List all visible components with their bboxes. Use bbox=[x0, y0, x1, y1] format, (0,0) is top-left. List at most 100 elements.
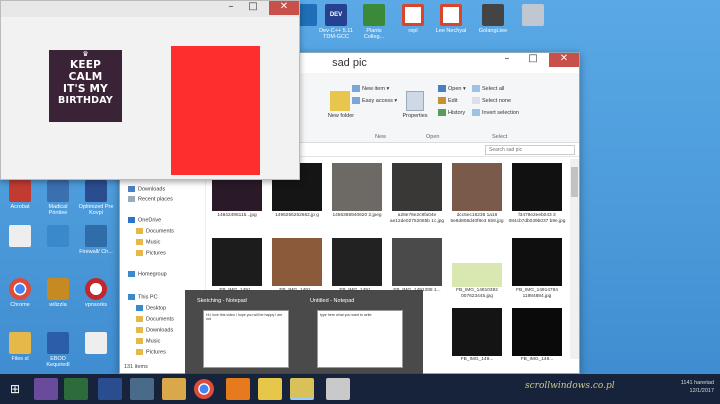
nav-item-music[interactable]: Music bbox=[136, 239, 160, 245]
invert-selection-button[interactable]: Invert selection bbox=[472, 109, 519, 117]
desktop-icon-lee[interactable]: Lee Nechyal bbox=[433, 4, 469, 34]
desktop-icon-ebod[interactable]: EBOD Kequiredl bbox=[40, 332, 76, 368]
taskbar-app-network[interactable] bbox=[64, 378, 88, 400]
nav-item-homegroup[interactable]: Homegroup bbox=[128, 271, 167, 277]
devcpp-icon: DEV bbox=[325, 4, 347, 26]
file-thumbnail[interactable] bbox=[512, 238, 562, 286]
file-thumbnail[interactable] bbox=[512, 163, 562, 211]
nav-item-downloads-pc[interactable]: Downloads bbox=[136, 327, 173, 333]
homegroup-icon bbox=[128, 271, 135, 277]
select-none-button[interactable]: Select none bbox=[472, 97, 511, 105]
nav-item-recent[interactable]: Recent places bbox=[128, 196, 173, 202]
desktop-icon-acrobat[interactable]: Acrobat bbox=[2, 180, 38, 210]
desktop-icon-plants[interactable]: Plants Colleg... bbox=[356, 4, 392, 40]
easy-access-button[interactable]: Easy access ▾ bbox=[352, 97, 397, 105]
select-all-label: Select all bbox=[482, 85, 505, 92]
desktop-icon-optimized[interactable]: Optimized Pre Kovpl bbox=[78, 180, 114, 216]
nav-item-desktop[interactable]: Desktop bbox=[136, 305, 166, 311]
desktop-icon-thispc[interactable] bbox=[40, 225, 76, 249]
desktop-icon-label: GolangLtee bbox=[478, 28, 508, 34]
desktop-icon-doc[interactable] bbox=[2, 225, 38, 249]
file-thumbnail[interactable] bbox=[332, 238, 382, 286]
app-icon bbox=[482, 4, 504, 26]
file-thumbnail[interactable] bbox=[392, 238, 442, 286]
nav-item-downloads[interactable]: Downloads bbox=[128, 186, 165, 192]
search-input[interactable] bbox=[485, 145, 575, 155]
network-icon bbox=[85, 225, 107, 247]
nav-item-documents-pc[interactable]: Documents bbox=[136, 316, 174, 322]
maximize-button[interactable]: □ bbox=[243, 1, 263, 15]
nav-item-pictures[interactable]: Pictures bbox=[136, 250, 166, 256]
history-icon bbox=[438, 109, 446, 116]
desktop-icon-folder[interactable]: Files sl bbox=[2, 332, 38, 362]
file-thumbnail[interactable] bbox=[392, 163, 442, 211]
desktop-icon-chrome[interactable]: Chrome bbox=[2, 278, 38, 308]
app-titlebar[interactable]: – □ ✕ bbox=[1, 1, 299, 17]
edit-button[interactable]: Edit bbox=[438, 97, 457, 105]
close-button[interactable]: ✕ bbox=[549, 53, 579, 67]
vlc-icon[interactable] bbox=[226, 378, 250, 400]
edit-icon bbox=[438, 97, 446, 104]
chrome-icon bbox=[9, 278, 31, 300]
taskbar-app-java[interactable] bbox=[326, 378, 350, 400]
preview-title-left: Sketching - Notepad bbox=[197, 298, 247, 304]
desktop-icon-firewall[interactable]: Firewall/ Ch... bbox=[78, 225, 114, 255]
file-thumbnail[interactable] bbox=[512, 308, 562, 356]
desktop-icon-label: repl bbox=[408, 28, 418, 34]
edit-label: Edit bbox=[448, 97, 458, 104]
new-item-button[interactable]: New item ▾ bbox=[352, 85, 389, 93]
nav-item-pictures-pc[interactable]: Pictures bbox=[136, 349, 166, 355]
notepad-preview-right[interactable]: type here what you want to write bbox=[317, 310, 403, 368]
easy-access-label: Easy access bbox=[362, 97, 393, 104]
history-button[interactable]: History bbox=[438, 109, 465, 117]
file-thumbnail[interactable] bbox=[212, 238, 262, 286]
desktop-icon-file[interactable] bbox=[515, 4, 551, 28]
open-button[interactable]: Open ▾ bbox=[438, 85, 466, 93]
nav-item-documents[interactable]: Documents bbox=[136, 228, 174, 234]
desktop-icon-blank[interactable] bbox=[78, 332, 114, 356]
taskbar-app-visual-studio[interactable] bbox=[34, 378, 58, 400]
minimize-button[interactable]: – bbox=[497, 53, 517, 67]
open-label: Open bbox=[448, 85, 462, 92]
file-thumbnail[interactable] bbox=[332, 163, 382, 211]
chrome-icon[interactable] bbox=[194, 379, 214, 399]
crown-icon: ♛ bbox=[82, 50, 89, 58]
app-icon bbox=[85, 180, 107, 202]
properties-button[interactable]: Properties bbox=[398, 113, 432, 120]
desktop-icon-golang[interactable]: GolangLtee bbox=[475, 4, 511, 34]
keep-calm-image: ♛ KEEP CALM IT'S MY BIRTHDAY bbox=[49, 50, 122, 122]
nav-label: Documents bbox=[146, 228, 174, 235]
new-folder-button[interactable]: New folder bbox=[326, 113, 356, 120]
taskbar-app-shield[interactable] bbox=[130, 378, 154, 400]
minimize-button[interactable]: – bbox=[221, 1, 241, 15]
open-icon bbox=[438, 85, 446, 92]
file-thumbnail[interactable] bbox=[452, 308, 502, 356]
file-thumbnail[interactable] bbox=[272, 238, 322, 286]
notepad-preview-left[interactable]: Hi i love this video i hope you will be … bbox=[203, 310, 289, 368]
desktop-icon-repl[interactable]: repl bbox=[395, 4, 431, 34]
select-all-button[interactable]: Select all bbox=[472, 85, 504, 93]
desktop-icon-printiee[interactable]: Madical Printiee bbox=[40, 180, 76, 216]
maximize-button[interactable]: □ bbox=[523, 53, 543, 67]
desktop-icon-devcpp[interactable]: DEV Dev-C++ 5.11 TDM-GCC bbox=[318, 4, 354, 40]
start-button[interactable]: ⊞ bbox=[4, 378, 28, 400]
desktop-icon-wilizzla[interactable]: wilizzla bbox=[40, 278, 76, 308]
nav-item-music-pc[interactable]: Music bbox=[136, 338, 160, 344]
file-thumbnail[interactable] bbox=[452, 263, 502, 287]
desktop-icon-opera[interactable]: vpnsorks bbox=[78, 278, 114, 308]
taskbar-app-explorer[interactable] bbox=[162, 378, 186, 400]
properties-icon bbox=[406, 91, 424, 111]
opera-icon bbox=[85, 278, 107, 300]
onedrive-icon bbox=[128, 217, 135, 223]
taskbar-app-notepad-active[interactable] bbox=[290, 378, 314, 400]
file-thumbnail[interactable] bbox=[452, 163, 502, 211]
scrollbar-thumb[interactable] bbox=[571, 167, 578, 197]
taskbar-app-folder[interactable] bbox=[258, 378, 282, 400]
vertical-scrollbar[interactable] bbox=[570, 159, 579, 359]
nav-item-this-pc[interactable]: This PC bbox=[128, 294, 158, 300]
nav-item-onedrive[interactable]: OneDrive bbox=[128, 217, 161, 223]
downloads-icon bbox=[128, 186, 135, 192]
taskbar-app-people[interactable] bbox=[98, 378, 122, 400]
close-button[interactable]: ✕ bbox=[269, 1, 299, 15]
system-tray-clock[interactable]: 1141 hanetad 12/1/2017 bbox=[681, 379, 714, 395]
